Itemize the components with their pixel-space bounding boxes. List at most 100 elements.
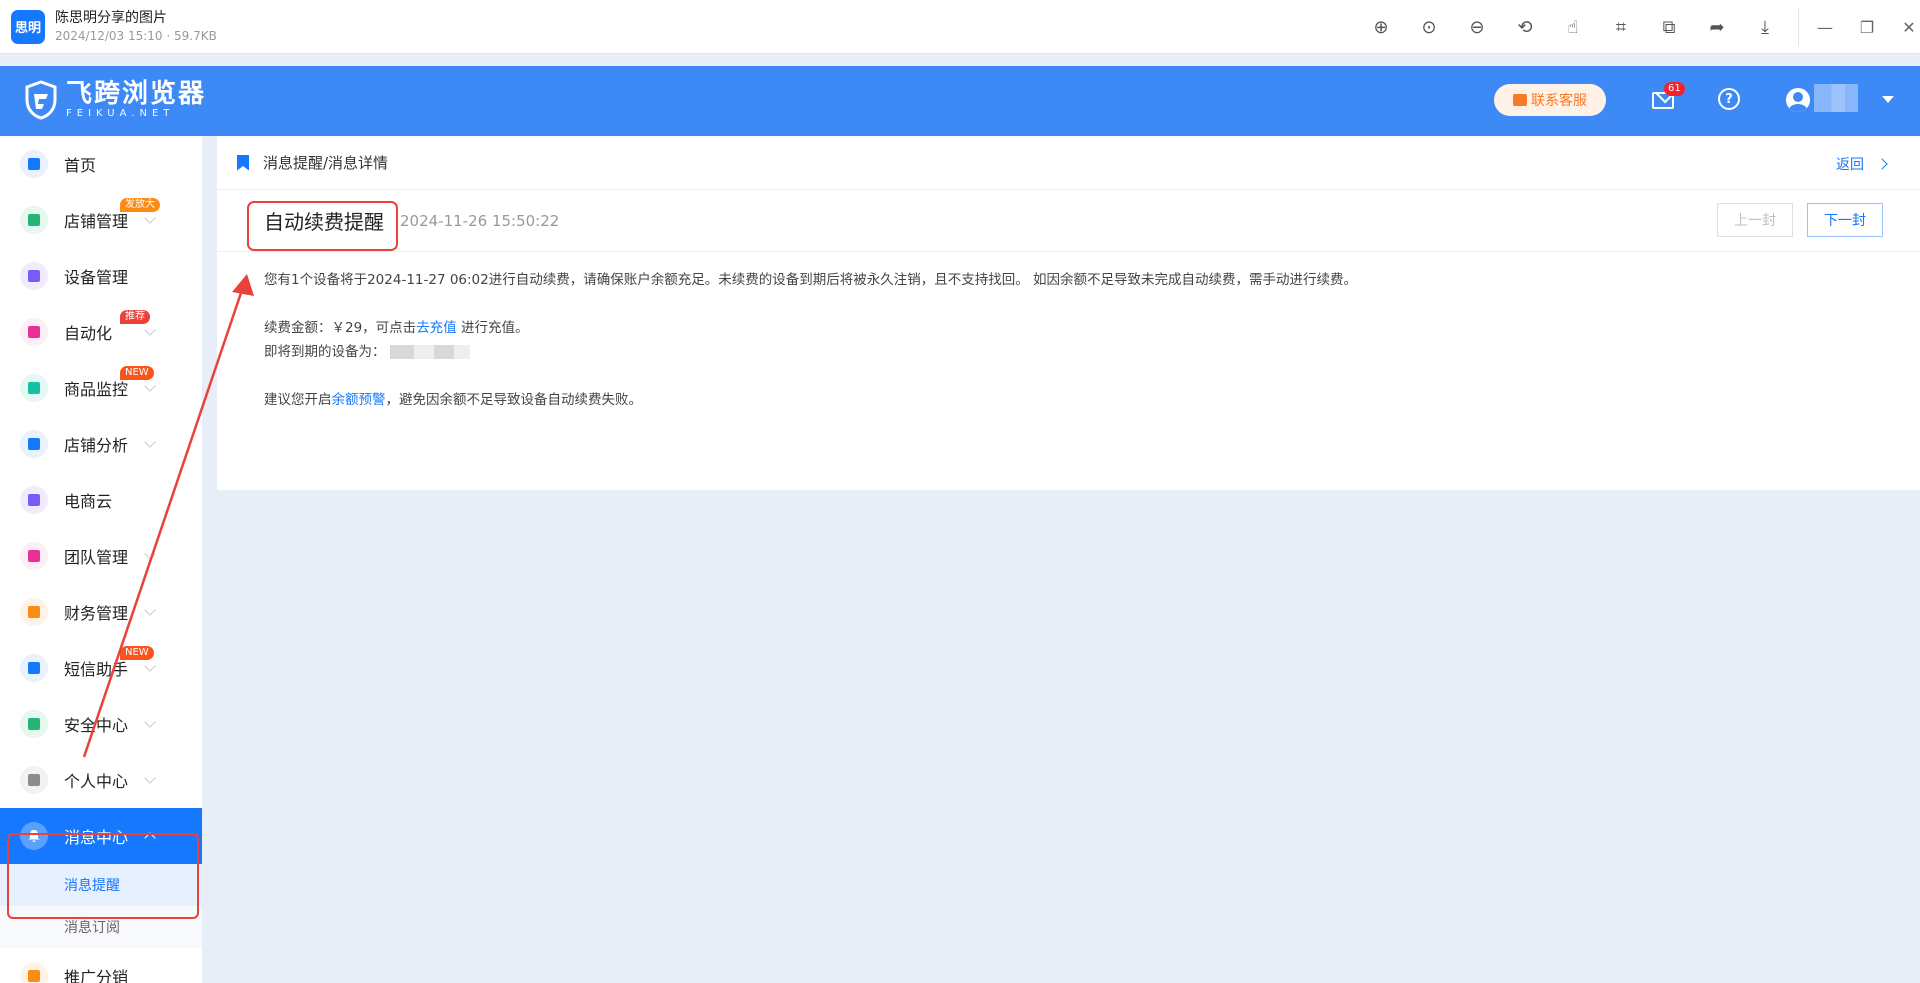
- viewer-subtitle: 2024/12/03 15:10 · 59.7KB: [55, 28, 217, 43]
- mail-count-badge: 61: [1664, 82, 1685, 96]
- annotation-highlight-sidebar: [7, 833, 199, 919]
- sidebar-item-store[interactable]: 店铺管理 发放大: [0, 192, 202, 248]
- sidebar-item-analysis[interactable]: 店铺分析: [0, 416, 202, 472]
- share-icon[interactable]: ➦: [1704, 14, 1730, 40]
- shield-icon: [20, 710, 48, 738]
- viewer-title-bar: 思明 陈思明分享的图片 2024/12/03 15:10 · 59.7KB ⊕ …: [0, 0, 1920, 54]
- customer-service-label: 联系客服: [1531, 93, 1587, 109]
- restore-icon[interactable]: ❐: [1854, 14, 1880, 40]
- chat-icon: [1513, 94, 1527, 106]
- sidebar-badge: 推荐: [120, 310, 150, 324]
- viewer-toolbar: ⊕ ⊙ ⊖ ⟲ ☝ ⌗ ⧉ ➦ ⤓: [1368, 14, 1778, 40]
- sidebar-item-sms[interactable]: 短信助手 NEW: [0, 640, 202, 696]
- window-controls: — ❐ ✕: [1812, 14, 1920, 40]
- toolbar-divider: [1798, 8, 1799, 46]
- sidebar-item-label: 自动化: [64, 324, 113, 343]
- back-label: 返回: [1836, 157, 1864, 173]
- zoom-in-icon[interactable]: ⊕: [1368, 14, 1394, 40]
- sidebar-item-team[interactable]: 团队管理: [0, 528, 202, 584]
- suggest-suffix: ，避免因余额不足导致设备自动续费失败。: [385, 392, 643, 408]
- device-icon: [20, 262, 48, 290]
- viewer-meta: 陈思明分享的图片 2024/12/03 15:10 · 59.7KB: [55, 9, 217, 45]
- sidebar-item-label: 店铺分析: [64, 436, 129, 455]
- sidebar-item-shield[interactable]: 安全中心: [0, 696, 202, 752]
- chevron-down-icon: [144, 604, 156, 616]
- chevron-down-icon: [144, 380, 156, 392]
- download-icon[interactable]: ⤓: [1752, 14, 1778, 40]
- sidebar-item-person[interactable]: 个人中心: [0, 752, 202, 808]
- expiring-label: 即将到期的设备为：: [264, 344, 386, 360]
- fit-screen-icon[interactable]: ⊙: [1416, 14, 1442, 40]
- sidebar-item-label: 设备管理: [64, 268, 129, 287]
- sidebar-item-wallet[interactable]: 财务管理: [0, 584, 202, 640]
- message-amount-line: 续费金额：￥29，可点击去充值 进行充值。: [264, 316, 1873, 340]
- zoom-out-icon[interactable]: ⊖: [1464, 14, 1490, 40]
- balance-alert-link[interactable]: 余额预警: [332, 392, 386, 408]
- sidebar-badge: NEW: [120, 366, 154, 380]
- sidebar-item-monitor[interactable]: 商品监控 NEW: [0, 360, 202, 416]
- customer-service-button[interactable]: 联系客服: [1494, 84, 1606, 116]
- message-expiring-line: 即将到期的设备为：: [264, 340, 1873, 364]
- promo-icon: [20, 962, 48, 983]
- monitor-icon: [20, 374, 48, 402]
- amount-suffix: 进行充值。: [456, 320, 529, 336]
- brand-logo[interactable]: 飞跨浏览器 FEIKUA.NET: [24, 80, 206, 120]
- shield-logo-icon: [25, 80, 57, 120]
- chevron-down-icon: [144, 324, 156, 336]
- sidebar-item-label: 安全中心: [64, 716, 129, 735]
- user-avatar-icon[interactable]: [1786, 88, 1810, 112]
- home-icon: [20, 150, 48, 178]
- chevron-down-icon: [144, 548, 156, 560]
- chevron-down-icon: [144, 716, 156, 728]
- person-icon: [20, 766, 48, 794]
- back-link[interactable]: 返回: [1836, 154, 1888, 174]
- message-line-1: 您有1个设备将于2024-11-27 06:02进行自动续费，请确保账户余额充足…: [264, 272, 1358, 288]
- breadcrumb: 消息提醒/消息详情 返回: [217, 136, 1920, 190]
- message-suggest-line: 建议您开启余额预警，避免因余额不足导致设备自动续费失败。: [264, 388, 1873, 412]
- breadcrumb-text: 消息提醒/消息详情: [263, 154, 389, 172]
- next-message-button[interactable]: 下一封: [1807, 203, 1883, 237]
- sidebar-item-device[interactable]: 设备管理: [0, 248, 202, 304]
- message-time: 2024-11-26 15:50:22: [400, 212, 560, 230]
- sidebar-nav-list: 首页 店铺管理 发放大 设备管理 自动化 推荐 商品监控 NEW 店铺分析 电商云 团队管理 财务管理…: [0, 136, 202, 808]
- brand-url: FEIKUA.NET: [66, 108, 175, 119]
- message-detail-panel: 消息提醒/消息详情 返回 自动续费提醒 2024-11-26 15:50:22 …: [217, 136, 1920, 490]
- hand-icon[interactable]: ☝: [1560, 14, 1586, 40]
- user-name-redacted: [1814, 84, 1858, 112]
- minimize-icon[interactable]: —: [1812, 14, 1838, 40]
- rotate-icon[interactable]: ⟲: [1512, 14, 1538, 40]
- sidebar-item-label: 个人中心: [64, 772, 129, 791]
- sidebar-item-label: 商品监控: [64, 380, 129, 399]
- mail-button[interactable]: 61: [1652, 82, 1685, 110]
- sidebar-item-label: 首页: [64, 156, 97, 175]
- message-title-row: 自动续费提醒 2024-11-26 15:50:22 上一封 下一封: [217, 190, 1920, 252]
- sms-icon: [20, 654, 48, 682]
- chevron-down-icon: [144, 212, 156, 224]
- copy-icon[interactable]: ⧉: [1656, 14, 1682, 40]
- annotation-highlight-title: [247, 201, 398, 251]
- amount-prefix: 续费金额：￥29，可点击: [264, 320, 417, 336]
- prev-message-button[interactable]: 上一封: [1717, 203, 1793, 237]
- recharge-link[interactable]: 去充值: [416, 320, 457, 336]
- sidebar-item-cloud[interactable]: 电商云: [0, 472, 202, 528]
- team-icon: [20, 542, 48, 570]
- analysis-icon: [20, 430, 48, 458]
- help-icon[interactable]: ?: [1718, 88, 1740, 110]
- close-icon[interactable]: ✕: [1896, 14, 1920, 40]
- app-header: 飞跨浏览器 FEIKUA.NET 联系客服 61 ?: [0, 66, 1920, 136]
- chevron-down-icon[interactable]: [1882, 96, 1894, 103]
- bookmark-icon: [237, 154, 249, 171]
- sidebar-item-label: 短信助手: [64, 660, 129, 679]
- viewer-logo: 思明: [11, 9, 45, 44]
- chevron-down-icon: [144, 772, 156, 784]
- viewer-title: 陈思明分享的图片: [55, 9, 167, 26]
- chevron-right-icon: [1876, 158, 1888, 170]
- store-icon: [20, 206, 48, 234]
- sidebar-item-label: 店铺管理: [64, 212, 129, 231]
- brand-text: 飞跨浏览器 FEIKUA.NET: [66, 80, 206, 120]
- crop-icon[interactable]: ⌗: [1608, 14, 1634, 40]
- wallet-icon: [20, 598, 48, 626]
- sidebar-item-robot[interactable]: 自动化 推荐: [0, 304, 202, 360]
- sidebar-item-partial[interactable]: 推广分销: [0, 948, 202, 983]
- sidebar-item-home[interactable]: 首页: [0, 136, 202, 192]
